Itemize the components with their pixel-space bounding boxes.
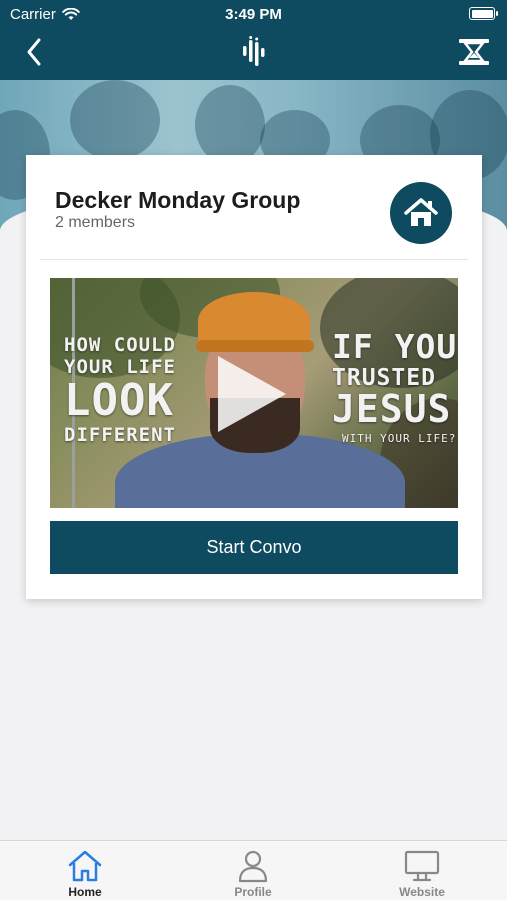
card-divider xyxy=(40,259,468,260)
monitor-icon xyxy=(404,850,440,882)
group-home-button[interactable] xyxy=(390,182,452,244)
video-text-left-1: HOW COULD xyxy=(64,334,176,356)
group-title: Decker Monday Group xyxy=(55,187,301,213)
video-player[interactable]: HOW COULD YOUR LIFE LOOK DIFFERENT IF YO… xyxy=(50,278,458,508)
menu-button[interactable] xyxy=(457,36,491,68)
tab-profile[interactable]: Profile xyxy=(193,841,313,900)
video-text-left-3: LOOK xyxy=(64,375,174,426)
back-button[interactable] xyxy=(20,34,50,70)
video-text-right-4: WITH YOUR LIFE? xyxy=(342,432,457,445)
home-icon xyxy=(404,198,438,226)
person-icon xyxy=(238,850,268,883)
status-bar: Carrier 3:49 PM xyxy=(0,0,507,28)
video-text-left-4: DIFFERENT xyxy=(64,424,176,446)
tab-home-label: Home xyxy=(68,885,102,899)
group-card: Decker Monday Group 2 members HOW COULD … xyxy=(26,155,482,599)
battery-icon xyxy=(469,7,498,20)
video-text-right-3: JESUS xyxy=(332,387,452,431)
tab-bar: Home Profile Website xyxy=(0,840,507,900)
video-text-right-1: IF YOU xyxy=(332,327,458,366)
tab-home[interactable]: Home xyxy=(25,841,145,900)
tab-website[interactable]: Website xyxy=(362,841,482,900)
start-convo-button[interactable]: Start Convo xyxy=(50,521,458,574)
tab-profile-label: Profile xyxy=(234,885,272,899)
group-member-count: 2 members xyxy=(55,214,136,231)
tab-website-label: Website xyxy=(399,885,445,899)
play-icon[interactable] xyxy=(218,356,286,432)
chevron-left-icon xyxy=(27,38,41,66)
hourglass-menu-icon xyxy=(459,39,489,65)
app-logo-icon xyxy=(240,36,268,68)
top-bar: Carrier 3:49 PM xyxy=(0,0,507,80)
home-outline-icon xyxy=(68,850,102,882)
status-time: 3:49 PM xyxy=(225,6,282,23)
